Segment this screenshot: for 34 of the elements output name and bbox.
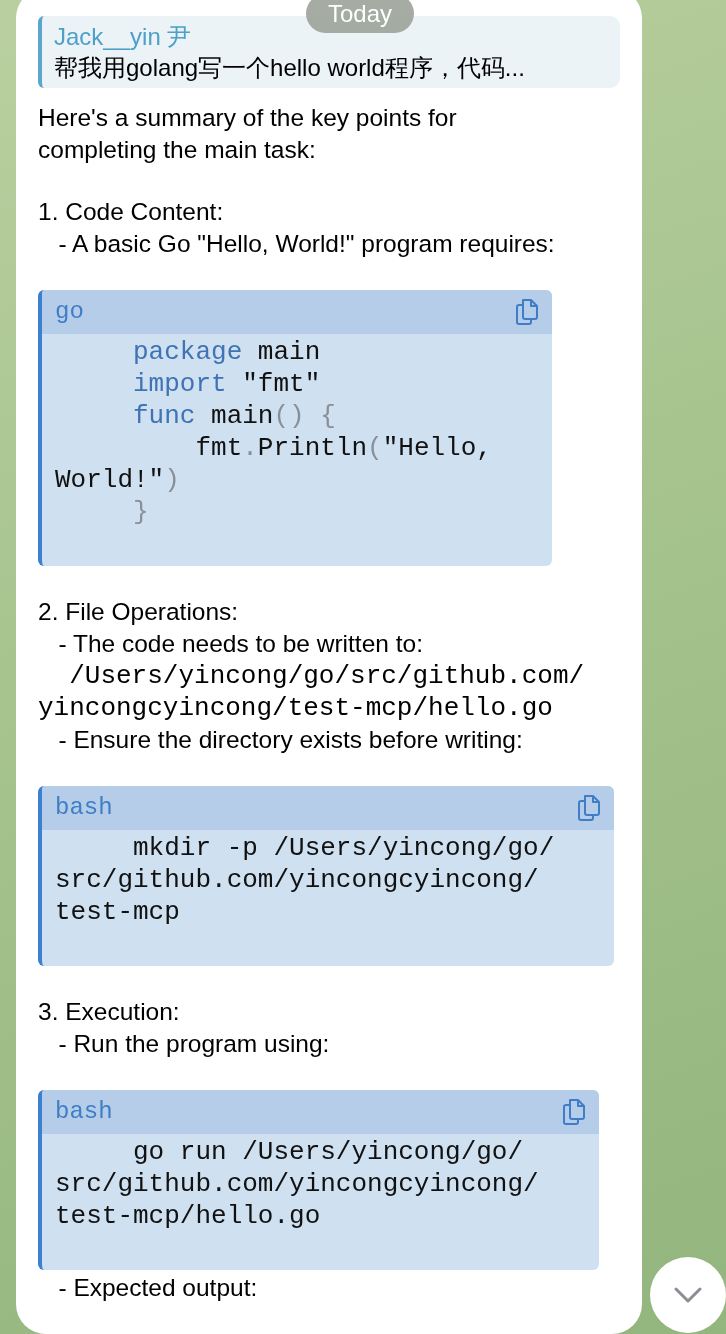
message-text: 1. Code Content: bbox=[38, 197, 224, 227]
message-text: completing the main task: bbox=[38, 135, 316, 165]
code-line: test-mcp/hello.go bbox=[55, 1200, 321, 1232]
code-language: bash bbox=[55, 1097, 113, 1127]
copy-icon[interactable] bbox=[513, 298, 540, 326]
copy-icon[interactable] bbox=[560, 1098, 587, 1126]
message-text: - Run the program using: bbox=[57, 1029, 330, 1059]
code-language: go bbox=[55, 297, 84, 327]
message-text: - Ensure the directory exists before writing: bbox=[57, 725, 523, 755]
date-label: Today bbox=[306, 0, 414, 33]
code-line: import "fmt" bbox=[132, 368, 321, 400]
code-line: mkdir -p /Users/yincong/go/ bbox=[132, 832, 555, 864]
message-text: - Expected output: bbox=[57, 1273, 258, 1303]
message-text: 3. Execution: bbox=[38, 997, 180, 1027]
code-line: fmt.Println("Hello, bbox=[194, 432, 492, 464]
file-path: yincongcyincong/test-mcp/hello.go bbox=[38, 692, 553, 724]
file-path: /Users/yincong/go/src/github.com/ bbox=[68, 660, 585, 692]
code-line: } bbox=[132, 496, 149, 528]
code-language: bash bbox=[55, 793, 113, 823]
code-line: func main() { bbox=[132, 400, 336, 432]
message-text: Here's a summary of the key points for bbox=[38, 103, 457, 133]
message-text: - The code needs to be written to: bbox=[57, 629, 423, 659]
code-line: package main bbox=[132, 336, 321, 368]
code-line: World!") bbox=[55, 464, 180, 496]
code-line: src/github.com/yincongcyincong/ bbox=[55, 1168, 539, 1200]
message-text: 2. File Operations: bbox=[38, 597, 239, 627]
code-line: src/github.com/yincongcyincong/ bbox=[55, 864, 539, 896]
message-text: - A basic Go "Hello, World!" program requires: bbox=[57, 229, 555, 259]
chevron-down-icon bbox=[673, 1286, 703, 1304]
copy-icon[interactable] bbox=[576, 794, 603, 822]
code-line: test-mcp bbox=[55, 896, 180, 928]
code-line: go run /Users/yincong/go/ bbox=[132, 1136, 524, 1168]
reply-text: 帮我用golang写一个hello world程序，代码... bbox=[54, 53, 526, 83]
reply-author: Jack__yin 尹 bbox=[54, 22, 193, 52]
